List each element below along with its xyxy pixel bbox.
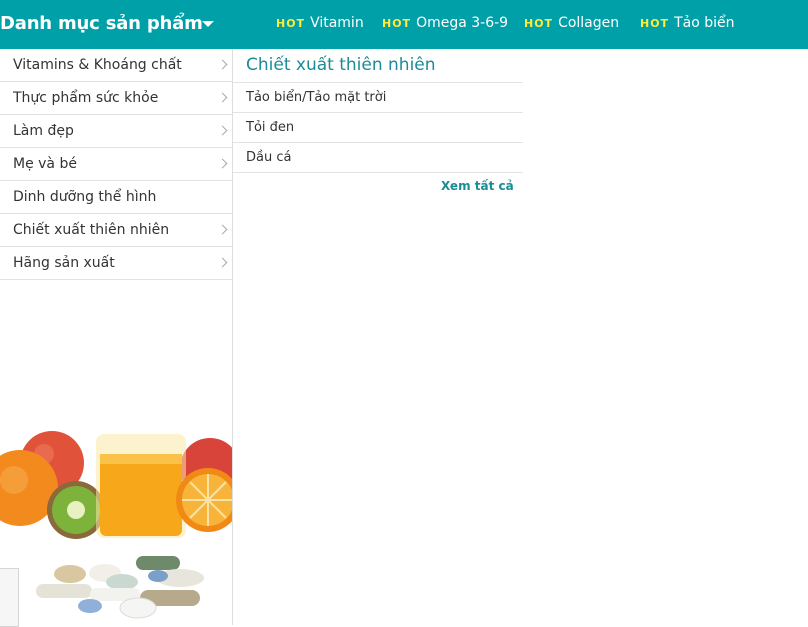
submenu-title[interactable]: Chiết xuất thiên nhiên <box>233 49 523 83</box>
chevron-right-icon <box>217 92 228 103</box>
sidebar-item-label: Dinh dưỡng thể hình <box>13 189 157 205</box>
sidebar-item-label: Chiết xuất thiên nhiên <box>13 222 170 238</box>
chevron-right-icon <box>217 257 228 268</box>
caret-down-icon[interactable] <box>202 21 214 27</box>
sidebar-item-bodybuilding[interactable]: Dinh dưỡng thể hình <box>0 181 232 214</box>
sidebar-item-label: Hãng sản xuất <box>13 255 115 271</box>
illustration-graphic <box>0 431 232 619</box>
hot-link-label: Omega 3-6-9 <box>416 15 509 31</box>
hot-link-vitamin[interactable]: HOT Vitamin <box>276 15 364 31</box>
sidebar-item-label: Vitamins & Khoáng chất <box>13 57 182 73</box>
sidebar-item-manufacturers[interactable]: Hãng sản xuất <box>0 247 232 280</box>
submenu-link-black-garlic[interactable]: Tỏi đen <box>233 113 523 143</box>
hot-link-label: Tảo biển <box>674 15 735 31</box>
header-bar: Danh mục sản phẩm HOT Vitamin HOT Omega 3-… <box>0 0 808 49</box>
sidebar-item-label: Làm đẹp <box>13 123 74 139</box>
fruit-vitamins-illustration <box>0 428 232 625</box>
chevron-right-icon <box>217 125 228 136</box>
sidebar-item-health-food[interactable]: Thực phẩm sức khỏe <box>0 82 232 115</box>
submenu-link-seaweed[interactable]: Tảo biển/Tảo mặt trời <box>233 83 523 113</box>
hot-link-tao-bien[interactable]: HOT Tảo biển <box>640 15 734 31</box>
sidebar-item-label: Thực phẩm sức khỏe <box>13 90 159 106</box>
side-scroll-tab[interactable] <box>0 568 19 627</box>
hot-link-collagen[interactable]: HOT Collagen <box>524 15 619 31</box>
submenu-panel: Chiết xuất thiên nhiên Tảo biển/Tảo mặt … <box>233 49 523 193</box>
sidebar-item-vitamins[interactable]: Vitamins & Khoáng chất <box>0 49 232 82</box>
hot-link-label: Collagen <box>558 15 620 31</box>
hot-link-omega[interactable]: HOT Omega 3-6-9 <box>382 15 508 31</box>
chevron-right-icon <box>217 59 228 70</box>
category-menu-title[interactable]: Danh mục sản phẩm <box>0 13 203 34</box>
see-all-link[interactable]: Xem tất cả <box>441 179 514 193</box>
hot-badge: HOT <box>276 17 306 30</box>
hot-badge: HOT <box>382 17 412 30</box>
sidebar-item-mother-baby[interactable]: Mẹ và bé <box>0 148 232 181</box>
hot-link-label: Vitamin <box>310 15 364 31</box>
chevron-right-icon <box>217 224 228 235</box>
sidebar-item-beauty[interactable]: Làm đẹp <box>0 115 232 148</box>
sidebar-item-label: Mẹ và bé <box>13 156 77 172</box>
chevron-right-icon <box>217 158 228 169</box>
sidebar-item-natural-extracts[interactable]: Chiết xuất thiên nhiên <box>0 214 232 247</box>
submenu-link-fish-oil[interactable]: Dầu cá <box>233 143 523 173</box>
hot-badge: HOT <box>524 17 554 30</box>
hot-badge: HOT <box>640 17 670 30</box>
